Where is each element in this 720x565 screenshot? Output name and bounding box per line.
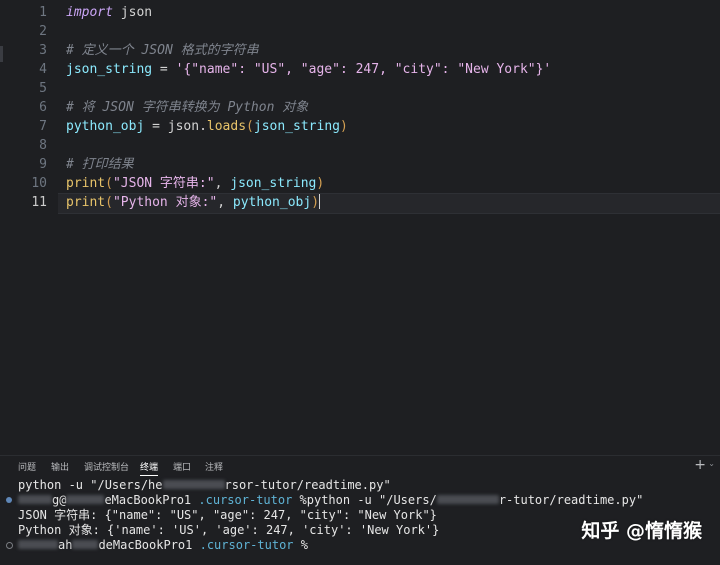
code-token: , xyxy=(217,195,233,210)
code-token: ) xyxy=(311,195,319,210)
tab-ports[interactable]: 端口 xyxy=(173,460,191,473)
command-status-dot[interactable] xyxy=(6,542,13,549)
terminal-text: eMacBookPro1 xyxy=(104,493,191,507)
terminal-text: ah xyxy=(58,538,72,552)
terminal-output-line: Python 对象: {'name': 'US', 'age': 247, 'c… xyxy=(18,523,439,538)
line-number: 7 xyxy=(0,117,47,136)
code-token: ( xyxy=(246,119,254,134)
line-number: 11 xyxy=(0,193,47,212)
line-number: 4 xyxy=(0,60,47,79)
redacted-block xyxy=(66,495,104,504)
code-token: python_obj xyxy=(233,195,311,210)
code-line[interactable]: 6 # 将 JSON 字符串转换为 Python 对象 xyxy=(0,98,720,117)
code-token: "JSON 字符串:" xyxy=(113,176,215,191)
line-number: 5 xyxy=(0,79,47,98)
code-text: print("JSON 字符串:", json_string) xyxy=(66,174,324,193)
terminal-text: % xyxy=(294,538,308,552)
code-token: json_string xyxy=(254,119,340,134)
code-line[interactable]: 10 print("JSON 字符串:", json_string) xyxy=(0,174,720,193)
code-token: ) xyxy=(340,119,348,134)
code-text: print("Python 对象:", python_obj) xyxy=(66,193,320,212)
code-token: json_string xyxy=(230,176,316,191)
code-line[interactable]: 2 xyxy=(0,22,720,41)
code-token: ( xyxy=(105,176,113,191)
terminal-output-line: JSON 字符串: {"name": "US", "age": 247, "ci… xyxy=(18,508,437,523)
code-token: . xyxy=(199,119,207,134)
watermark: 知乎 @惰惰猴 xyxy=(581,516,702,543)
terminal-text: %python -u "/Users/ xyxy=(292,493,437,507)
tab-terminal[interactable]: 终端 xyxy=(140,460,158,476)
code-text: # 将 JSON 字符串转换为 Python 对象 xyxy=(66,98,308,117)
line-number: 1 xyxy=(0,3,47,22)
line-number: 6 xyxy=(0,98,47,117)
line-number: 10 xyxy=(0,174,47,193)
code-token: json xyxy=(113,5,152,20)
redacted-block xyxy=(163,480,225,489)
panel-tabs: 问题 输出 调试控制台 终端 端口 注释 + ⌄ xyxy=(0,456,720,478)
terminal-text: g@ xyxy=(52,493,66,507)
redacted-block xyxy=(72,540,98,549)
line-number: 8 xyxy=(0,136,47,155)
code-text: # 打印结果 xyxy=(66,155,134,174)
code-line[interactable]: 5 xyxy=(0,79,720,98)
code-token: = xyxy=(152,62,175,77)
code-token: import xyxy=(66,5,113,20)
code-line[interactable]: 8 xyxy=(0,136,720,155)
terminal-cwd: .cursor-tutor xyxy=(198,493,292,507)
text-cursor xyxy=(319,194,320,209)
code-line[interactable]: 1 import json xyxy=(0,3,720,22)
code-text: json_string = '{"name": "US", "age": 247… xyxy=(66,60,551,79)
code-token: # 打印结果 xyxy=(66,157,134,172)
code-token: print xyxy=(66,195,105,210)
bottom-panel: 问题 输出 调试控制台 终端 端口 注释 + ⌄ python -u "/Use… xyxy=(0,455,720,565)
tab-comments[interactable]: 注释 xyxy=(205,460,223,473)
command-status-dot[interactable] xyxy=(6,497,12,503)
line-number: 9 xyxy=(0,155,47,174)
line-number: 2 xyxy=(0,22,47,41)
code-text: import json xyxy=(66,3,152,22)
code-token: python_obj xyxy=(66,119,144,134)
tab-problems[interactable]: 问题 xyxy=(18,460,36,473)
code-token: json xyxy=(168,119,199,134)
code-token: "Python 对象:" xyxy=(113,195,217,210)
terminal-text: python -u "/Users/he xyxy=(18,478,163,492)
code-token: ) xyxy=(316,176,324,191)
terminal-line: python -u "/Users/he rsor-tutor/readtime.… xyxy=(18,478,391,493)
tab-debug-console[interactable]: 调试控制台 xyxy=(84,460,129,473)
redacted-block xyxy=(18,495,52,504)
code-line[interactable]: 4 json_string = '{"name": "US", "age": 24… xyxy=(0,60,720,79)
code-token: '{"name": "US", "age": 247, "city": "New… xyxy=(176,62,552,77)
code-token: = xyxy=(144,119,167,134)
code-line[interactable]: 11 print("Python 对象:", python_obj) xyxy=(0,193,720,212)
line-number: 3 xyxy=(0,41,47,60)
redacted-block xyxy=(437,495,499,504)
terminal-text: rsor-tutor/readtime.py" xyxy=(225,478,391,492)
code-text: # 定义一个 JSON 格式的字符串 xyxy=(66,41,259,60)
code-token: # 定义一个 JSON 格式的字符串 xyxy=(66,43,259,58)
terminal-text: deMacBookPro1 xyxy=(98,538,192,552)
code-token: ( xyxy=(105,195,113,210)
code-token: json_string xyxy=(66,62,152,77)
terminal-prompt-line[interactable]: ah deMacBookPro1 .cursor-tutor % xyxy=(18,538,308,553)
code-line[interactable]: 7 python_obj = json.loads(json_string) xyxy=(0,117,720,136)
code-line[interactable]: 9 # 打印结果 xyxy=(0,155,720,174)
redacted-block xyxy=(18,540,58,549)
tab-output[interactable]: 输出 xyxy=(51,460,69,473)
terminal-line: g@ eMacBookPro1 .cursor-tutor %python -u … xyxy=(18,493,643,508)
code-line[interactable]: 3 # 定义一个 JSON 格式的字符串 xyxy=(0,41,720,60)
terminal-text: r-tutor/readtime.py" xyxy=(499,493,644,507)
code-token: , xyxy=(215,176,231,191)
code-editor[interactable]: 1 import json 23 # 定义一个 JSON 格式的字符串 4 json_st… xyxy=(0,0,720,455)
code-token: # 将 JSON 字符串转换为 Python 对象 xyxy=(66,100,308,115)
chevron-down-icon[interactable]: ⌄ xyxy=(708,459,715,468)
code-token: loads xyxy=(207,119,246,134)
terminal-cwd: .cursor-tutor xyxy=(200,538,294,552)
new-terminal-button[interactable]: + xyxy=(694,458,706,472)
code-text: python_obj = json.loads(json_string) xyxy=(66,117,348,136)
code-token: print xyxy=(66,176,105,191)
